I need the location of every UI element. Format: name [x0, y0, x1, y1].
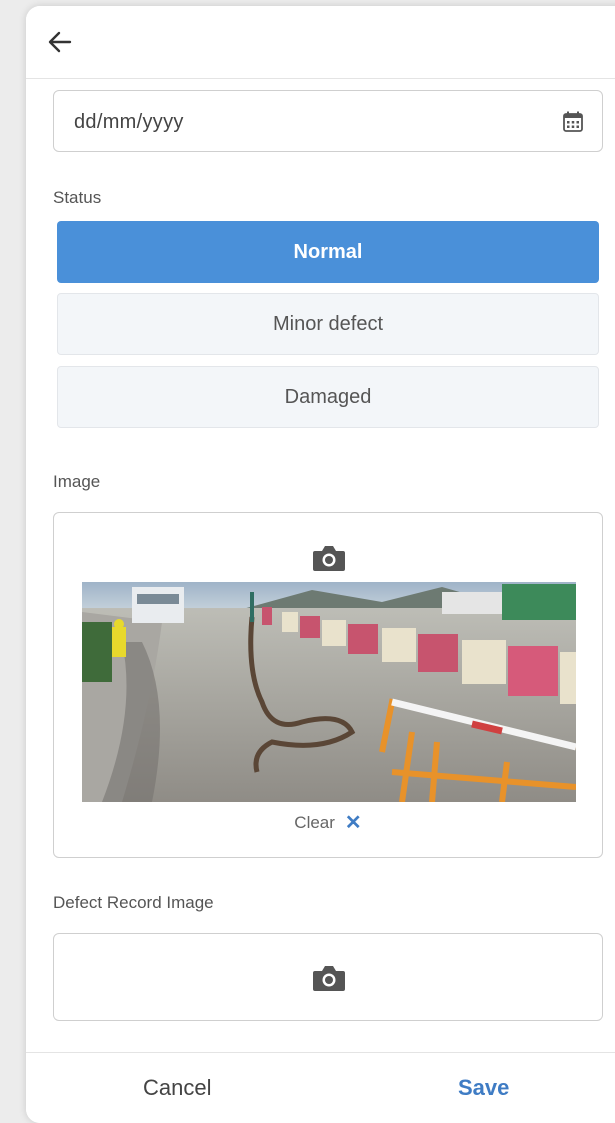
defect-record-image-label: Defect Record Image: [53, 893, 214, 912]
camera-icon[interactable]: [311, 963, 347, 993]
camera-icon[interactable]: [311, 543, 347, 573]
image-label: Image: [53, 472, 101, 491]
uploaded-photo: [82, 582, 576, 802]
image-upload-box: Clear ✕: [53, 512, 603, 858]
footer: Cancel Save: [26, 1052, 615, 1123]
defect-record-image-upload-box: [53, 933, 603, 1021]
date-field[interactable]: dd/mm/yyyy: [53, 90, 603, 152]
status-option-damaged[interactable]: Damaged: [57, 366, 599, 428]
clear-row: Clear ✕: [54, 813, 602, 833]
status-label: Status: [53, 188, 102, 207]
cancel-button[interactable]: Cancel: [143, 1075, 211, 1101]
save-button[interactable]: Save: [458, 1075, 509, 1101]
header: [26, 6, 615, 79]
form-card: dd/mm/yyyy Status Normal Minor defect Da…: [26, 6, 615, 1123]
arrow-left-icon[interactable]: [44, 26, 76, 58]
clear-label[interactable]: Clear: [294, 813, 335, 833]
status-option-minor-defect[interactable]: Minor defect: [57, 293, 599, 355]
close-icon[interactable]: ✕: [345, 813, 362, 833]
date-placeholder: dd/mm/yyyy: [74, 111, 184, 133]
calendar-icon[interactable]: [562, 110, 584, 134]
status-option-normal[interactable]: Normal: [57, 221, 599, 283]
